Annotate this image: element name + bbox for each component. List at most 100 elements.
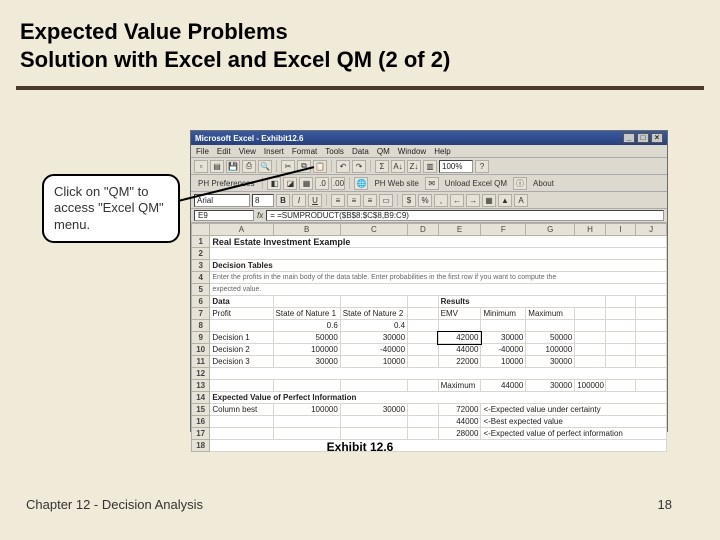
mail-icon[interactable]: ✉: [425, 177, 439, 190]
formula-input[interactable]: = =SUMPRODUCT($B$8:$C$8,B9:C9): [266, 210, 664, 221]
font-size-combo[interactable]: 8: [252, 194, 274, 207]
menu-view[interactable]: View: [239, 147, 256, 156]
zoom-combo[interactable]: 100%: [439, 160, 473, 173]
cell-C7[interactable]: State of Nature 2: [340, 308, 407, 320]
cell-E17[interactable]: 28000: [438, 428, 481, 440]
cell-E15[interactable]: 72000: [438, 404, 481, 416]
cell-A7[interactable]: Profit: [210, 308, 273, 320]
row-10[interactable]: 10: [192, 344, 210, 356]
about-button[interactable]: About: [529, 178, 558, 189]
redo-icon[interactable]: ↷: [352, 160, 366, 173]
cell-B15[interactable]: 100000: [273, 404, 340, 416]
menu-edit[interactable]: Edit: [217, 147, 231, 156]
align-center-icon[interactable]: ≡: [347, 194, 361, 207]
cell-G13[interactable]: 30000: [526, 380, 575, 392]
cell-C9[interactable]: 30000: [340, 332, 407, 344]
cell-E16[interactable]: 44000: [438, 416, 481, 428]
cell-A4[interactable]: Enter the profits in the main body of th…: [210, 272, 667, 284]
row-17[interactable]: 17: [192, 428, 210, 440]
cell-A5[interactable]: expected value.: [210, 284, 667, 296]
col-G[interactable]: G: [526, 224, 575, 236]
minimize-button[interactable]: _: [623, 133, 635, 143]
cell-A3[interactable]: Decision Tables: [210, 260, 667, 272]
col-E[interactable]: E: [438, 224, 481, 236]
sort-asc-icon[interactable]: A↓: [391, 160, 405, 173]
row-7[interactable]: 7: [192, 308, 210, 320]
cell-G11[interactable]: 30000: [526, 356, 575, 368]
cell-E9[interactable]: 42000: [438, 332, 481, 344]
cell-G7[interactable]: Maximum: [526, 308, 575, 320]
col-C[interactable]: C: [340, 224, 407, 236]
preview-icon[interactable]: 🔍: [258, 160, 272, 173]
cell-H13[interactable]: 100000: [575, 380, 606, 392]
cell-F16[interactable]: <-Best expected value: [481, 416, 667, 428]
cell-E7[interactable]: EMV: [438, 308, 481, 320]
cell-E11[interactable]: 22000: [438, 356, 481, 368]
align-left-icon[interactable]: ≡: [331, 194, 345, 207]
worksheet-grid[interactable]: A B C D E F G H I J 1Real Estate Investm…: [191, 223, 667, 452]
autosum-icon[interactable]: Σ: [375, 160, 389, 173]
cell-E13[interactable]: Maximum: [438, 380, 481, 392]
menu-file[interactable]: File: [196, 147, 209, 156]
web-site-button[interactable]: PH Web site: [370, 178, 422, 189]
cell-C10[interactable]: -40000: [340, 344, 407, 356]
col-A[interactable]: A: [210, 224, 273, 236]
name-box[interactable]: E9: [194, 210, 254, 221]
menu-data[interactable]: Data: [352, 147, 369, 156]
open-icon[interactable]: ▤: [210, 160, 224, 173]
cell-B8[interactable]: 0.6: [273, 320, 340, 332]
row-13[interactable]: 13: [192, 380, 210, 392]
row-8[interactable]: 8: [192, 320, 210, 332]
row-15[interactable]: 15: [192, 404, 210, 416]
italic-icon[interactable]: I: [292, 194, 306, 207]
cell-E10[interactable]: 44000: [438, 344, 481, 356]
paste-icon[interactable]: 📋: [313, 160, 327, 173]
col-D[interactable]: D: [408, 224, 439, 236]
cell-F15[interactable]: <-Expected value under certainty: [481, 404, 667, 416]
col-H[interactable]: H: [575, 224, 606, 236]
menu-help[interactable]: Help: [434, 147, 450, 156]
grid-icon[interactable]: ▦: [299, 177, 313, 190]
cell-F13[interactable]: 44000: [481, 380, 526, 392]
menu-insert[interactable]: Insert: [264, 147, 284, 156]
row-1[interactable]: 1: [192, 236, 210, 248]
cell-B11[interactable]: 30000: [273, 356, 340, 368]
menu-format[interactable]: Format: [292, 147, 317, 156]
row-6[interactable]: 6: [192, 296, 210, 308]
comma-icon[interactable]: ,: [434, 194, 448, 207]
menu-qm[interactable]: QM: [377, 147, 390, 156]
col-F[interactable]: F: [481, 224, 526, 236]
font-color-icon[interactable]: A: [514, 194, 528, 207]
cell-A10[interactable]: Decision 2: [210, 344, 273, 356]
cell-E6[interactable]: Results: [438, 296, 605, 308]
merge-icon[interactable]: ▭: [379, 194, 393, 207]
info-icon[interactable]: ⓘ: [513, 177, 527, 190]
maximize-button[interactable]: □: [637, 133, 649, 143]
cell-A14[interactable]: Expected Value of Perfect Information: [210, 392, 667, 404]
cell-C15[interactable]: 30000: [340, 404, 407, 416]
cell-F7[interactable]: Minimum: [481, 308, 526, 320]
cell-F17[interactable]: <-Expected value of perfect information: [481, 428, 667, 440]
align-right-icon[interactable]: ≡: [363, 194, 377, 207]
cell-B10[interactable]: 100000: [273, 344, 340, 356]
underline-icon[interactable]: U: [308, 194, 322, 207]
menu-tools[interactable]: Tools: [325, 147, 344, 156]
cell-A15[interactable]: Column best: [210, 404, 273, 416]
row-5[interactable]: 5: [192, 284, 210, 296]
percent-icon[interactable]: %: [418, 194, 432, 207]
help-icon[interactable]: ?: [475, 160, 489, 173]
borders-icon[interactable]: ▦: [482, 194, 496, 207]
indent-inc-icon[interactable]: →: [466, 194, 480, 207]
cell-C11[interactable]: 10000: [340, 356, 407, 368]
row-12[interactable]: 12: [192, 368, 210, 380]
cell-G9[interactable]: 50000: [526, 332, 575, 344]
row-4[interactable]: 4: [192, 272, 210, 284]
row-9[interactable]: 9: [192, 332, 210, 344]
col-B[interactable]: B: [273, 224, 340, 236]
fx-icon[interactable]: fx: [257, 211, 263, 220]
close-button[interactable]: ×: [651, 133, 663, 143]
row-16[interactable]: 16: [192, 416, 210, 428]
new-icon[interactable]: ▫: [194, 160, 208, 173]
currency-icon[interactable]: $: [402, 194, 416, 207]
row-11[interactable]: 11: [192, 356, 210, 368]
